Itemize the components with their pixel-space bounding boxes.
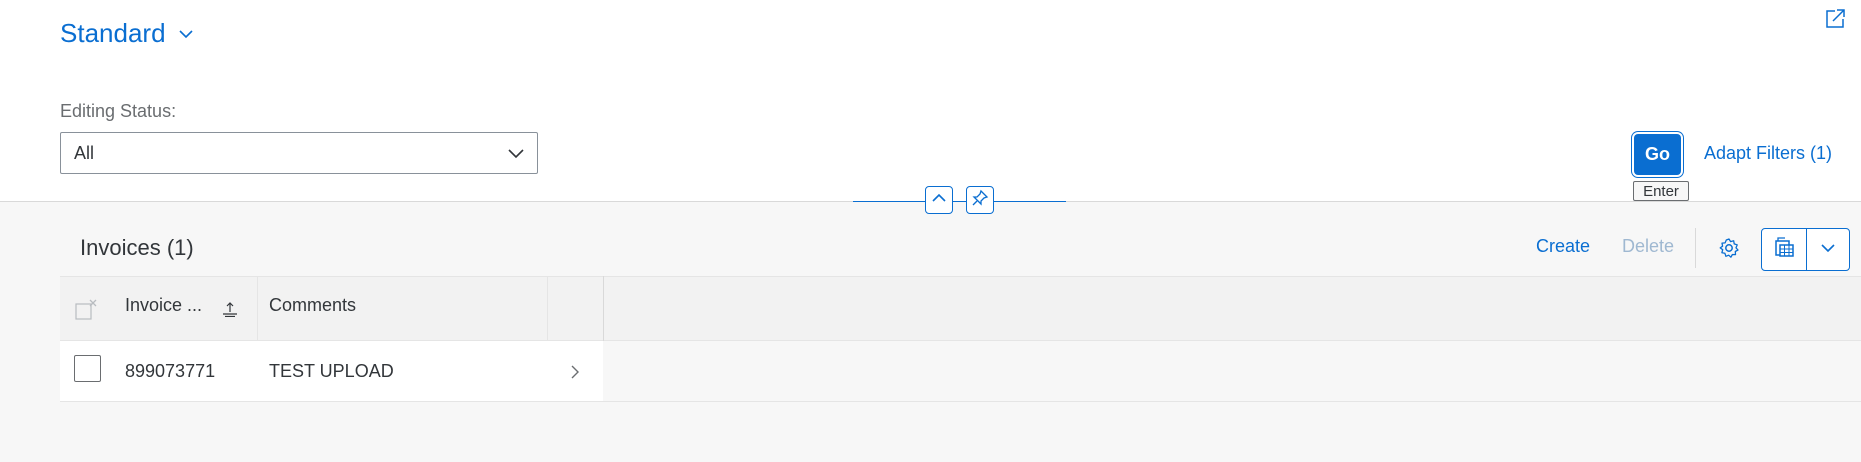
sort-icon xyxy=(222,301,238,322)
share-icon[interactable] xyxy=(1824,8,1846,35)
pin-icon xyxy=(971,189,989,212)
editing-status-value[interactable]: All xyxy=(74,143,94,164)
column-divider xyxy=(257,276,258,341)
filter-bar: Standard Editing Status: All Go Enter Ad… xyxy=(0,0,1861,202)
pin-header-button[interactable] xyxy=(966,186,994,214)
table-header-row: Invoice ... Comments xyxy=(60,276,1861,341)
variant-management[interactable]: Standard xyxy=(60,18,194,49)
create-button[interactable]: Create xyxy=(1536,236,1590,257)
comments-cell: TEST UPLOAD xyxy=(269,361,394,381)
delete-button[interactable]: Delete xyxy=(1622,236,1674,257)
export-button-group xyxy=(1761,228,1850,271)
chevron-up-icon xyxy=(931,191,947,209)
table-filler xyxy=(603,341,1861,402)
header-divider xyxy=(994,201,1066,202)
row-checkbox[interactable] xyxy=(74,355,101,382)
header-divider xyxy=(853,201,925,202)
go-button[interactable]: Go xyxy=(1634,134,1681,175)
header-divider xyxy=(953,201,966,202)
editing-status-label: Editing Status: xyxy=(60,101,177,121)
variant-title[interactable]: Standard xyxy=(60,18,166,49)
adapt-filters-button[interactable]: Adapt Filters (1) xyxy=(1704,143,1832,164)
table-row[interactable]: 899073771 TEST UPLOAD xyxy=(60,341,603,402)
chevron-down-icon[interactable] xyxy=(178,27,194,45)
editing-status-select[interactable]: All xyxy=(60,132,538,174)
chevron-down-icon xyxy=(1820,241,1836,259)
column-header-invoice[interactable]: Invoice ... xyxy=(125,295,202,316)
table-title: Invoices (1) xyxy=(80,235,194,260)
export-button[interactable] xyxy=(1762,229,1807,270)
gear-icon[interactable] xyxy=(1718,237,1740,264)
clear-selection-icon[interactable] xyxy=(75,298,97,325)
invoice-cell: 899073771 xyxy=(125,361,216,381)
column-divider xyxy=(547,276,548,341)
collapse-header-button[interactable] xyxy=(925,186,953,214)
chevron-down-icon[interactable] xyxy=(507,146,525,165)
column-header-comments[interactable]: Comments xyxy=(269,295,356,316)
go-tooltip: Enter xyxy=(1633,181,1689,201)
chevron-right-icon[interactable] xyxy=(569,364,581,385)
export-menu-button[interactable] xyxy=(1807,229,1850,270)
spreadsheet-export-icon xyxy=(1773,236,1795,263)
toolbar-separator xyxy=(1695,228,1696,268)
invoices-table: Invoice ... Comments 899073771 TEST UPLO… xyxy=(60,276,1861,404)
